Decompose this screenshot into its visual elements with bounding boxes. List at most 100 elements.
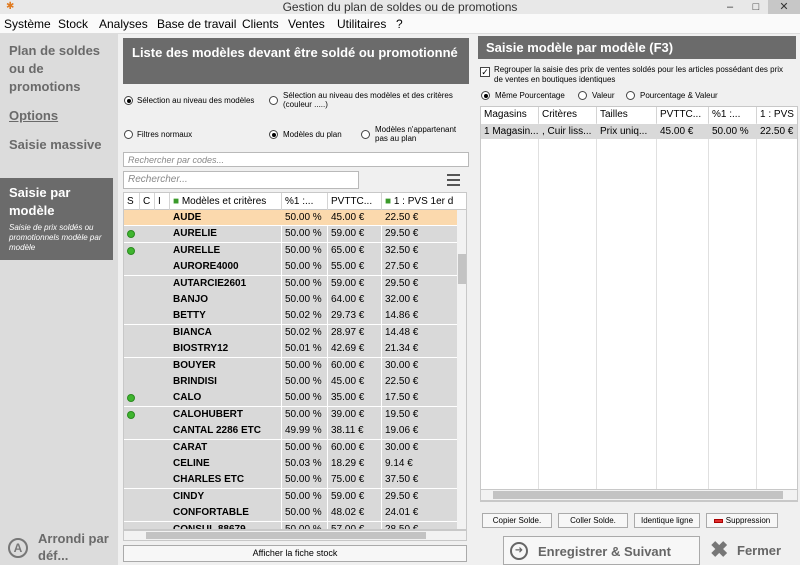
- cell-percent[interactable]: 50.02 %: [282, 308, 327, 325]
- col-percent[interactable]: %1 :...: [709, 107, 757, 123]
- table-row[interactable]: CANTAL 2286 ETC 49.99 % 38.11 €19.06 €: [124, 423, 457, 440]
- cell-percent[interactable]: 50.00 %: [282, 210, 327, 226]
- cell-c[interactable]: [140, 406, 155, 423]
- cell-s[interactable]: [124, 406, 140, 423]
- cell-s[interactable]: [124, 341, 140, 358]
- detail-criteres[interactable]: , Cuir liss...: [539, 124, 597, 139]
- nav-item-saisie-massive[interactable]: Saisie massive: [9, 136, 113, 154]
- table-row[interactable]: AURELIE 50.00 % 59.00 €29.50 €: [124, 226, 457, 243]
- cell-percent[interactable]: 50.02 %: [282, 324, 327, 341]
- cell-c[interactable]: [140, 505, 155, 522]
- menu-utilitaires[interactable]: Utilitaires: [337, 17, 386, 31]
- table-row[interactable]: AURELLE 50.00 % 65.00 €32.50 €: [124, 242, 457, 260]
- cell-i[interactable]: [155, 308, 170, 325]
- cell-percent[interactable]: 50.00 %: [282, 488, 327, 505]
- col-percent[interactable]: %1 :...: [282, 193, 328, 210]
- scroll-thumb[interactable]: [493, 491, 783, 499]
- radio-criteria-level[interactable]: [269, 96, 278, 105]
- cell-model-name[interactable]: AURELLE: [170, 242, 281, 259]
- cell-s[interactable]: [124, 488, 140, 505]
- cell-i[interactable]: [155, 390, 170, 407]
- show-stock-sheet-button[interactable]: Afficher la fiche stock: [123, 545, 467, 562]
- cell-i[interactable]: [155, 341, 170, 358]
- radio-models-level[interactable]: [124, 96, 133, 105]
- cell-c[interactable]: [140, 390, 155, 407]
- col-pvttc[interactable]: PVTTC...: [328, 193, 382, 210]
- cell-s[interactable]: [124, 242, 140, 259]
- col-pvttc[interactable]: PVTTC...: [657, 107, 709, 123]
- identical-line-button[interactable]: Identique ligne: [634, 513, 700, 528]
- nav-item-options[interactable]: Options: [9, 107, 113, 125]
- cell-pvs[interactable]: 29.50 €: [382, 488, 457, 505]
- cell-c[interactable]: [140, 259, 155, 276]
- table-row[interactable]: AURORE4000 50.00 % 55.00 €27.50 €: [124, 259, 457, 276]
- cell-model-name[interactable]: CALO: [170, 390, 281, 407]
- cell-s[interactable]: [124, 439, 140, 456]
- cell-pvttc[interactable]: 64.00 €: [328, 292, 381, 308]
- cell-percent[interactable]: 50.01 %: [282, 341, 327, 358]
- cell-model-name[interactable]: CHARLES ETC: [170, 472, 281, 489]
- cell-c[interactable]: [140, 357, 155, 374]
- col-magasins[interactable]: Magasins: [481, 107, 539, 123]
- detail-percent[interactable]: 50.00 %: [709, 124, 757, 139]
- col-i[interactable]: I: [155, 193, 170, 210]
- cell-c[interactable]: [140, 242, 155, 259]
- cell-i[interactable]: [155, 324, 170, 341]
- cell-pvttc[interactable]: 57.00 €: [328, 521, 381, 529]
- cell-model-name[interactable]: BETTY: [170, 308, 281, 325]
- cell-c[interactable]: [140, 210, 155, 226]
- search-input[interactable]: Rechercher...: [123, 171, 359, 189]
- cell-pvttc[interactable]: 35.00 €: [328, 390, 381, 407]
- detail-pvttc[interactable]: 45.00 €: [657, 124, 709, 139]
- table-row[interactable]: BANJO 50.00 % 64.00 €32.00 €: [124, 292, 457, 309]
- detail-horizontal-scrollbar[interactable]: [480, 489, 798, 501]
- cell-percent[interactable]: 50.00 %: [282, 357, 327, 374]
- cell-s[interactable]: [124, 275, 140, 292]
- cell-pvs[interactable]: 29.50 €: [382, 226, 457, 243]
- cell-i[interactable]: [155, 275, 170, 292]
- cell-model-name[interactable]: CONFORTABLE: [170, 505, 281, 522]
- cell-pvttc[interactable]: 29.73 €: [328, 308, 381, 325]
- cell-s[interactable]: [124, 226, 140, 243]
- cell-pvttc[interactable]: 65.00 €: [328, 242, 381, 259]
- radio-value[interactable]: [578, 91, 587, 100]
- cell-pvs[interactable]: 14.48 €: [382, 324, 457, 341]
- menu-stock[interactable]: Stock: [58, 17, 88, 31]
- cell-c[interactable]: [140, 275, 155, 292]
- cell-model-name[interactable]: AUDE: [170, 210, 281, 226]
- cell-c[interactable]: [140, 521, 155, 529]
- cell-s[interactable]: [124, 390, 140, 407]
- cell-model-name[interactable]: CELINE: [170, 456, 281, 472]
- radio-not-plan-models[interactable]: [361, 130, 370, 139]
- cell-s[interactable]: [124, 456, 140, 472]
- cell-s[interactable]: [124, 324, 140, 341]
- cell-pvs[interactable]: 14.86 €: [382, 308, 457, 325]
- menu-help[interactable]: ?: [396, 17, 403, 31]
- cell-pvttc[interactable]: 38.11 €: [328, 423, 381, 440]
- cell-c[interactable]: [140, 423, 155, 440]
- cell-pvs[interactable]: 21.34 €: [382, 341, 457, 358]
- cell-pvttc[interactable]: 75.00 €: [328, 472, 381, 489]
- cell-s[interactable]: [124, 423, 140, 440]
- cell-pvttc[interactable]: 55.00 €: [328, 259, 381, 276]
- menu-systeme[interactable]: Système: [4, 17, 51, 31]
- cell-i[interactable]: [155, 423, 170, 440]
- cell-s[interactable]: [124, 308, 140, 325]
- cell-model-name[interactable]: BRINDISI: [170, 374, 281, 390]
- cell-pvttc[interactable]: 60.00 €: [328, 439, 381, 456]
- detail-tailles[interactable]: Prix uniq...: [597, 124, 657, 139]
- cell-model-name[interactable]: CALOHUBERT: [170, 406, 281, 423]
- cell-percent[interactable]: 50.00 %: [282, 505, 327, 522]
- cell-percent[interactable]: 50.00 %: [282, 275, 327, 292]
- cell-s[interactable]: [124, 292, 140, 308]
- table-row[interactable]: AUDE 50.00 % 45.00 €22.50 €: [124, 210, 457, 227]
- cell-pvttc[interactable]: 60.00 €: [328, 357, 381, 374]
- cell-pvs[interactable]: 24.01 €: [382, 505, 457, 522]
- cell-i[interactable]: [155, 226, 170, 243]
- nav-item-plan[interactable]: Plan de soldes ou de promotions: [9, 42, 113, 96]
- cell-i[interactable]: [155, 259, 170, 276]
- close-button[interactable]: Fermer: [737, 543, 781, 558]
- cell-model-name[interactable]: CONSUL 88679: [170, 521, 281, 529]
- cell-model-name[interactable]: BIOSTRY12: [170, 341, 281, 358]
- cell-pvs[interactable]: 30.00 €: [382, 439, 457, 456]
